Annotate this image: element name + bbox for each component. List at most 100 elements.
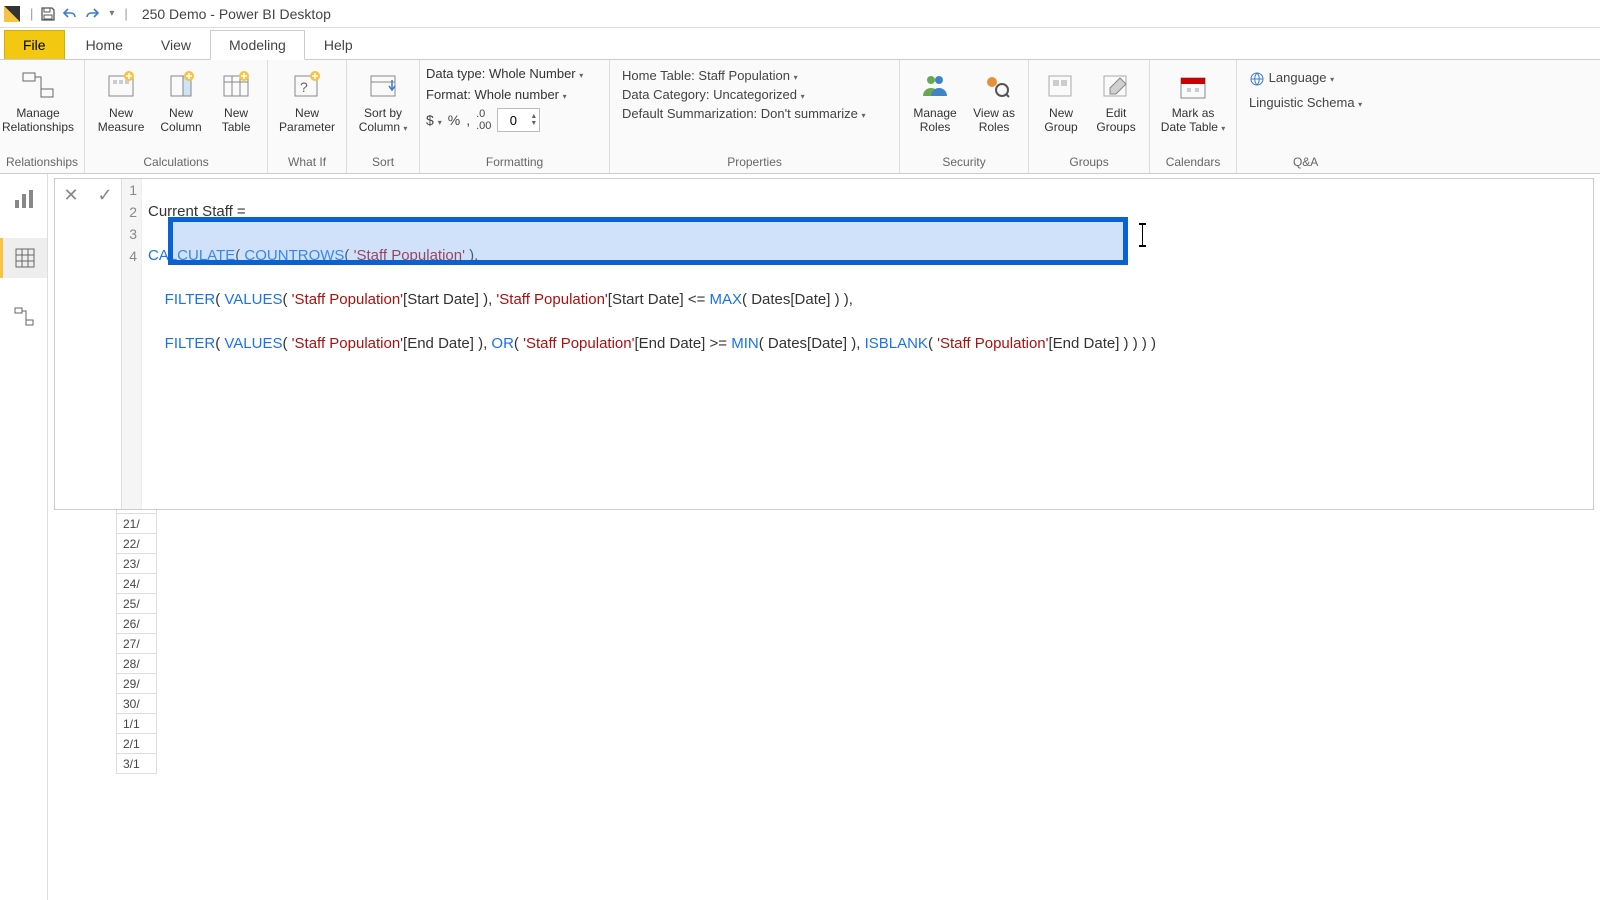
commit-formula-button[interactable]: ✓: [93, 183, 117, 207]
formula-line-4: FILTER( VALUES( 'Staff Population'[End D…: [148, 333, 1587, 355]
language-dropdown[interactable]: Language ▾: [1249, 70, 1334, 87]
new-measure-button[interactable]: New Measure: [91, 64, 151, 138]
cancel-formula-button[interactable]: ✕: [59, 183, 83, 207]
currency-button[interactable]: $ ▾: [426, 112, 442, 128]
qat-separator-2: |: [124, 6, 127, 21]
group-label-sort: Sort: [353, 153, 413, 173]
formula-bar[interactable]: ✕ ✓ 1234 Current Staff = CALCULATE( COUN…: [54, 178, 1594, 510]
new-parameter-label: New Parameter: [279, 106, 335, 134]
group-label-whatif: What If: [274, 153, 340, 173]
new-column-button[interactable]: New Column: [153, 64, 209, 138]
relationships-icon: [20, 68, 56, 104]
redo-icon[interactable]: [83, 5, 101, 23]
group-calculations: New Measure New Column New Table Calcula…: [85, 60, 268, 173]
format-label: Format:: [426, 87, 471, 102]
default-summarization-dropdown[interactable]: Default Summarization: Don't summarize ▾: [622, 106, 866, 121]
decimals-input[interactable]: [498, 113, 528, 128]
percent-button[interactable]: %: [448, 112, 460, 128]
view-as-roles-button[interactable]: View as Roles: [966, 64, 1022, 138]
group-label-formatting: Formatting: [426, 153, 603, 173]
tab-home[interactable]: Home: [67, 30, 142, 59]
grid-cell: 21/: [117, 514, 157, 534]
new-table-label: New Table: [222, 106, 251, 134]
summarization-value: Don't summarize: [761, 106, 858, 121]
chevron-down-icon: ▾: [403, 124, 407, 133]
data-category-dropdown[interactable]: Data Category: Uncategorized ▾: [622, 87, 805, 102]
new-group-button[interactable]: New Group: [1035, 64, 1087, 138]
new-table-button[interactable]: New Table: [211, 64, 261, 138]
manage-roles-button[interactable]: Manage Roles: [906, 64, 964, 138]
main-area: Date 1/06/ 12/13/14/15/16/17/18/19/20/21…: [0, 174, 1600, 900]
chevron-down-icon: ▾: [1358, 100, 1362, 109]
decimals-stepper[interactable]: ▲▼: [497, 108, 540, 132]
save-icon[interactable]: [39, 5, 57, 23]
group-relationships: Manage Relationships Relationships: [0, 60, 85, 173]
grid-cell: 28/: [117, 654, 157, 674]
spin-down-icon[interactable]: ▼: [530, 120, 537, 127]
line-gutter: 1234: [122, 179, 142, 509]
grid-cell: 1/1: [117, 714, 157, 734]
group-formatting: Data type: Whole Number ▾ Format: Whole …: [420, 60, 610, 173]
grid-cell: 2/1: [117, 734, 157, 754]
mark-as-date-table-button[interactable]: Mark as Date Table ▾: [1156, 64, 1230, 140]
linguistic-schema-dropdown[interactable]: Linguistic Schema ▾: [1249, 95, 1362, 110]
chevron-down-icon: ▾: [579, 71, 583, 80]
schema-label: Linguistic Schema: [1249, 95, 1355, 110]
report-view-button[interactable]: [9, 184, 39, 214]
manage-relationships-button[interactable]: Manage Relationships: [6, 64, 70, 138]
edit-groups-button[interactable]: Edit Groups: [1089, 64, 1143, 138]
group-whatif: ? New Parameter What If: [268, 60, 347, 173]
group-label-calendars: Calendars: [1156, 153, 1230, 173]
ribbon-tabs: File Home View Modeling Help: [0, 28, 1600, 60]
view-as-icon: [976, 68, 1012, 104]
grid-cell: 24/: [117, 574, 157, 594]
data-type-dropdown[interactable]: Data type: Whole Number ▾: [426, 66, 583, 81]
formula-line-3: FILTER( VALUES( 'Staff Population'[Start…: [148, 289, 1587, 311]
chevron-down-icon: ▾: [801, 92, 805, 101]
group-security: Manage Roles View as Roles Security: [900, 60, 1029, 173]
spin-up-icon[interactable]: ▲: [530, 113, 537, 120]
ribbon: Manage Relationships Relationships New M…: [0, 60, 1600, 174]
new-measure-label: New Measure: [98, 106, 145, 134]
tab-file[interactable]: File: [4, 30, 65, 59]
grid-cell: 29/: [117, 674, 157, 694]
tab-help[interactable]: Help: [305, 30, 372, 59]
tab-view[interactable]: View: [142, 30, 210, 59]
window-title: 250 Demo - Power BI Desktop: [142, 6, 331, 22]
comma-button[interactable]: ,: [466, 112, 470, 128]
sort-icon: [365, 68, 401, 104]
grid-cell: 23/: [117, 554, 157, 574]
format-dropdown[interactable]: Format: Whole number ▾: [426, 87, 567, 102]
qat-customize-icon[interactable]: ▾: [109, 8, 114, 19]
group-properties: Home Table: Staff Population ▾ Data Cate…: [610, 60, 900, 173]
globe-icon: [1249, 71, 1265, 87]
qat-separator: |: [30, 6, 33, 21]
group-calendars: Mark as Date Table ▾ Calendars: [1150, 60, 1237, 173]
mark-date-label: Mark as Date Table: [1161, 106, 1218, 134]
new-column-icon: [163, 68, 199, 104]
manage-roles-icon: [917, 68, 953, 104]
group-label-security: Security: [906, 153, 1022, 173]
group-sort: Sort by Column ▾ Sort: [347, 60, 420, 173]
group-label-relationships: Relationships: [6, 153, 78, 173]
sort-by-column-button[interactable]: Sort by Column ▾: [353, 64, 413, 140]
data-view-button[interactable]: [0, 238, 47, 278]
model-view-button[interactable]: [9, 302, 39, 332]
formula-line-2: CALCULATE( COUNTROWS( 'Staff Population'…: [148, 245, 1587, 267]
format-value: Whole number: [474, 87, 559, 102]
decimal-icon[interactable]: .0.00: [476, 108, 491, 132]
calendar-icon: [1175, 68, 1211, 104]
data-type-value: Whole Number: [489, 66, 576, 81]
home-table-dropdown[interactable]: Home Table: Staff Population ▾: [622, 68, 798, 83]
group-label-qa: Q&A: [1243, 153, 1368, 173]
group-label-calculations: Calculations: [91, 153, 261, 173]
new-parameter-button[interactable]: ? New Parameter: [274, 64, 340, 138]
formula-editor[interactable]: Current Staff = CALCULATE( COUNTROWS( 'S…: [142, 179, 1593, 509]
undo-icon[interactable]: [61, 5, 79, 23]
grid-cell: 3/1: [117, 754, 157, 774]
language-label: Language: [1269, 70, 1327, 85]
edit-groups-label: Edit Groups: [1096, 106, 1135, 134]
content-area: Date 1/06/ 12/13/14/15/16/17/18/19/20/21…: [48, 174, 1600, 900]
data-type-label: Data type:: [426, 66, 485, 81]
tab-modeling[interactable]: Modeling: [210, 30, 305, 60]
